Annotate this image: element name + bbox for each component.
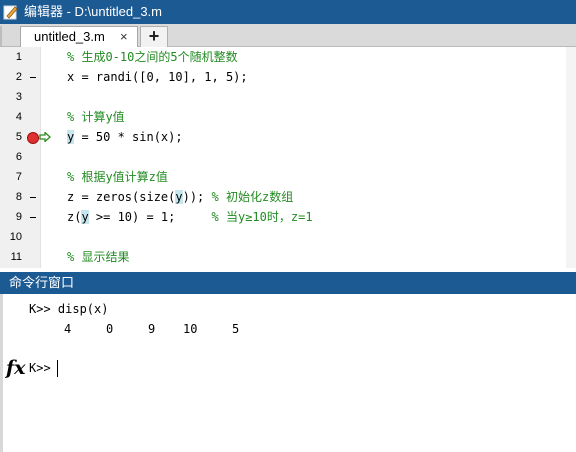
editor-title-bar: 编辑器 - D:\untitled_3.m: [0, 0, 576, 24]
line-number[interactable]: 9: [0, 207, 22, 227]
line-number[interactable]: 8: [0, 187, 22, 207]
text-cursor: [57, 360, 58, 377]
command-window[interactable]: K>> disp(x) 4 0 9 10 5 fx K>>: [0, 294, 576, 452]
line-number[interactable]: 1: [0, 47, 22, 67]
code-text: = 50 * sin(x);: [74, 130, 183, 144]
output-value: 9: [148, 322, 156, 336]
code-line-comment[interactable]: % 计算y值: [67, 107, 125, 127]
fx-function-browser-icon[interactable]: fx: [6, 357, 26, 379]
code-line[interactable]: z(y >= 10) = 1; % 当y≥10时，z=1: [67, 207, 313, 227]
inline-comment: % 当y≥10时，z=1: [211, 210, 313, 224]
command-window-edge: [0, 294, 3, 452]
tab-label: untitled_3.m: [34, 29, 105, 44]
current-line-arrow-icon: [39, 132, 51, 142]
code-line[interactable]: x = randi([0, 10], 1, 5);: [67, 67, 248, 87]
tab-untitled-3[interactable]: untitled_3.m ×: [20, 26, 138, 47]
executable-line-marker[interactable]: [30, 77, 36, 78]
line-number[interactable]: 6: [0, 147, 22, 167]
variable-highlight: y: [175, 190, 183, 204]
close-tab-icon[interactable]: ×: [120, 27, 128, 47]
line-number[interactable]: 7: [0, 167, 22, 187]
output-value: 5: [232, 322, 240, 336]
executable-line-marker[interactable]: [30, 217, 36, 218]
inline-comment: % 初始化z数组: [211, 190, 294, 204]
line-number[interactable]: 3: [0, 87, 22, 107]
line-number[interactable]: 10: [0, 227, 22, 247]
output-value: 4: [64, 322, 72, 336]
command-prompt: K>>: [29, 361, 51, 375]
tab-strip-edge: [0, 26, 2, 46]
variable-highlight: y: [81, 210, 89, 224]
code-text: >= 10) = 1;: [88, 210, 212, 224]
line-number[interactable]: 5: [0, 127, 22, 147]
gutter-divider: [40, 47, 41, 268]
code-line-comment[interactable]: % 显示结果: [67, 247, 129, 267]
executable-line-marker[interactable]: [30, 197, 36, 198]
code-editor[interactable]: 1 % 生成0-10之间的5个随机整数 2 x = randi([0, 10],…: [0, 47, 576, 268]
history-command: K>> disp(x): [29, 302, 109, 316]
window-title: 编辑器 - D:\untitled_3.m: [24, 4, 162, 19]
new-tab-button[interactable]: +: [140, 26, 168, 47]
editor-icon: [3, 5, 18, 20]
code-text: ));: [182, 190, 212, 204]
editor-scrollbar[interactable]: [566, 47, 576, 268]
code-line-comment[interactable]: % 根据y值计算z值: [67, 167, 168, 187]
command-window-title: 命令行窗口: [9, 275, 75, 290]
code-line-comment[interactable]: % 生成0-10之间的5个随机整数: [67, 47, 238, 67]
tab-strip: untitled_3.m × +: [0, 24, 576, 47]
code-line-breakpoint[interactable]: y = 50 * sin(x);: [67, 127, 183, 147]
breakpoint-icon[interactable]: [27, 132, 39, 144]
command-window-title-bar[interactable]: 命令行窗口: [0, 272, 576, 294]
code-text: z = zeros(size(: [67, 190, 176, 204]
line-number[interactable]: 2: [0, 67, 22, 87]
code-line[interactable]: z = zeros(size(y)); % 初始化z数组: [67, 187, 293, 207]
line-number[interactable]: 4: [0, 107, 22, 127]
line-number[interactable]: 11: [0, 247, 22, 267]
code-text: z(: [67, 210, 82, 224]
output-value: 10: [183, 322, 198, 336]
output-value: 0: [106, 322, 114, 336]
